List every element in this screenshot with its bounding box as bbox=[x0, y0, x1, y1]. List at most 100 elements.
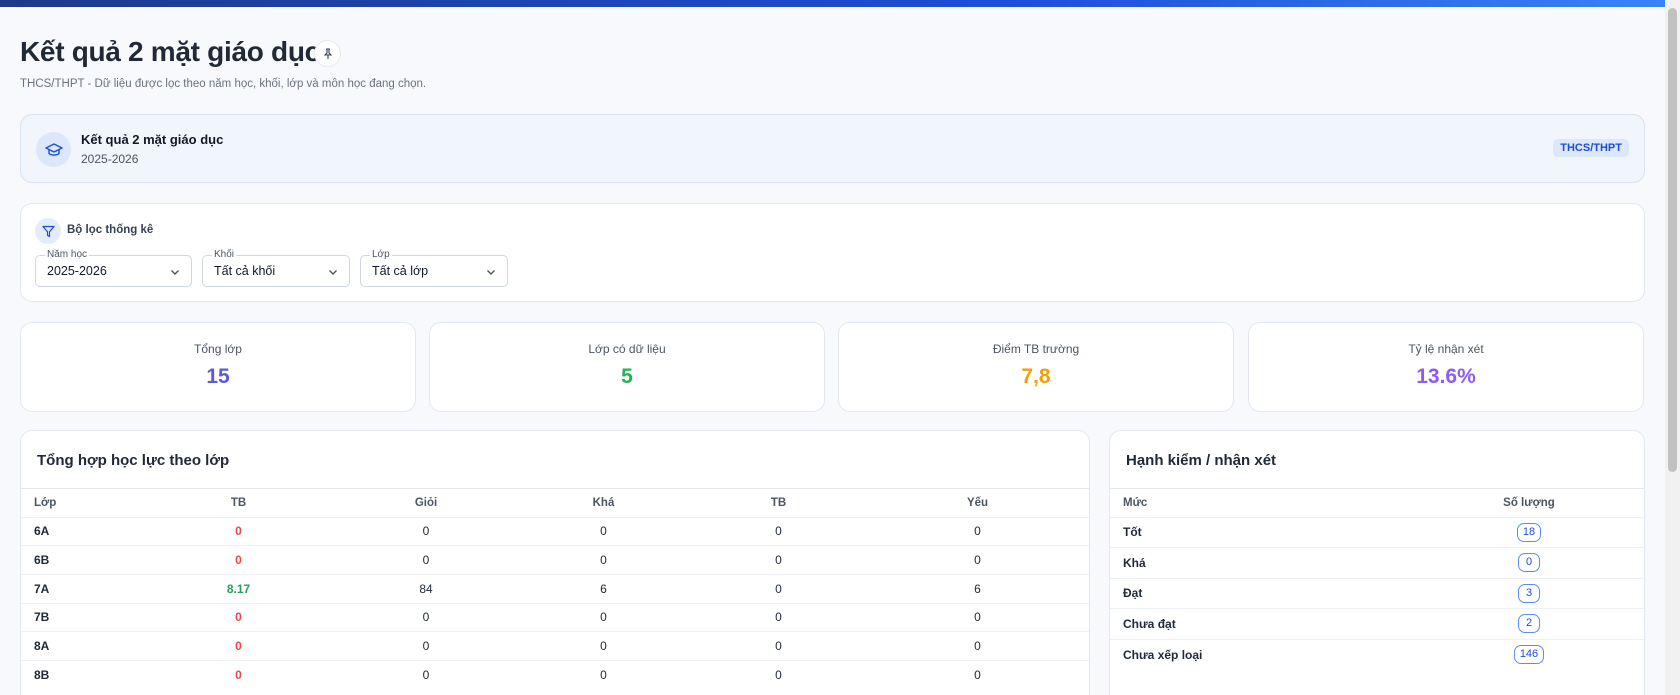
excellent-cell: 0 bbox=[336, 516, 516, 546]
count-cell: 18 bbox=[1414, 516, 1644, 548]
column-header: Số lượng bbox=[1503, 496, 1555, 509]
good-cell: 0 bbox=[516, 516, 691, 546]
filter-card: Bộ lọc thống kê Năm học 2025-2026 Khối T… bbox=[20, 203, 1645, 302]
column-header: Mức bbox=[1123, 496, 1148, 509]
class-cell: 8B bbox=[21, 659, 141, 690]
class-value: Tất cả lớp bbox=[372, 264, 429, 278]
stat-label: Lớp có dữ liệu bbox=[588, 342, 666, 356]
weak-cell: 0 bbox=[866, 545, 1089, 575]
table-row[interactable]: 8A 0 0 0 0 0 bbox=[21, 631, 1089, 661]
info-card-year: 2025-2026 bbox=[81, 152, 139, 166]
count-badge: 2 bbox=[1518, 614, 1540, 634]
pin-icon bbox=[323, 47, 332, 59]
conduct-level-cell: Chưa đạt bbox=[1110, 608, 1414, 639]
table-row[interactable]: Khá 0 bbox=[1110, 547, 1644, 578]
good-cell: 0 bbox=[516, 602, 691, 632]
conduct-summary-table: Mức Số lượng Tốt 18 Khá 0 Đạt 3 Chưa đạt… bbox=[1110, 489, 1644, 670]
chevron-down-icon bbox=[487, 270, 495, 275]
column-header: TB bbox=[770, 496, 787, 509]
good-cell: 0 bbox=[516, 631, 691, 661]
school-year-value: 2025-2026 bbox=[47, 264, 107, 278]
count-cell: 0 bbox=[1414, 547, 1644, 578]
table-row[interactable]: Tốt 18 bbox=[1110, 516, 1644, 548]
stat-label: Tổng lớp bbox=[194, 342, 242, 356]
grade-select[interactable]: Khối Tất cả khối bbox=[202, 249, 350, 287]
scrollbar-thumb[interactable] bbox=[1668, 8, 1677, 472]
good-cell: 0 bbox=[516, 659, 691, 690]
average-cell: 0 bbox=[141, 602, 336, 632]
fair-cell: 0 bbox=[691, 573, 866, 604]
chevron-down-icon bbox=[171, 270, 179, 275]
excellent-cell: 0 bbox=[336, 545, 516, 575]
column-header: Yếu bbox=[966, 496, 989, 509]
class-cell: 6A bbox=[21, 516, 141, 546]
class-cell: 7B bbox=[21, 602, 141, 632]
stat-value: 13.6% bbox=[1416, 365, 1476, 388]
school-year-label: Năm học bbox=[45, 249, 90, 260]
stat-card-classes-with-data: Lớp có dữ liệu 5 bbox=[429, 322, 825, 412]
conduct-level-cell: Đạt bbox=[1110, 577, 1414, 609]
academic-summary-card: Tổng hợp học lực theo lớp Lớp TB Giỏi Kh… bbox=[20, 430, 1090, 695]
fair-cell: 0 bbox=[691, 659, 866, 690]
conduct-level-cell: Chưa xếp loại bbox=[1110, 638, 1414, 670]
average-cell: 8.17 bbox=[141, 573, 336, 604]
level-badge: THCS/THPT bbox=[1553, 139, 1629, 157]
stat-card-school-average: Điểm TB trường 7,8 bbox=[838, 322, 1234, 412]
weak-cell: 0 bbox=[866, 659, 1089, 690]
conduct-summary-card: Hạnh kiểm / nhận xét Mức Số lượng Tốt 18… bbox=[1109, 430, 1645, 695]
table-header-row: Mức Số lượng bbox=[1110, 489, 1644, 517]
filter-title: Bộ lọc thống kê bbox=[67, 224, 154, 236]
fair-cell: 0 bbox=[691, 602, 866, 632]
good-cell: 6 bbox=[516, 573, 691, 604]
column-header: Lớp bbox=[34, 496, 57, 509]
excellent-cell: 0 bbox=[336, 602, 516, 632]
table-row[interactable]: 6B 0 0 0 0 0 bbox=[21, 545, 1089, 575]
stat-value: 15 bbox=[206, 365, 230, 388]
table-header-row: Lớp TB Giỏi Khá TB Yếu bbox=[21, 489, 1089, 517]
table-row[interactable]: Chưa đạt 2 bbox=[1110, 608, 1644, 639]
weak-cell: 0 bbox=[866, 602, 1089, 632]
stat-value: 7,8 bbox=[1021, 365, 1051, 388]
table-row[interactable]: 7A 8.17 84 6 0 6 bbox=[21, 573, 1089, 604]
table-row[interactable]: Đạt 3 bbox=[1110, 577, 1644, 609]
table-row[interactable]: 6A 0 0 0 0 0 bbox=[21, 516, 1089, 546]
stat-card-total-classes: Tổng lớp 15 bbox=[20, 322, 416, 412]
filter-icon bbox=[35, 218, 61, 244]
pin-button[interactable] bbox=[314, 40, 341, 67]
stat-value: 5 bbox=[621, 365, 633, 388]
count-cell: 146 bbox=[1414, 638, 1644, 670]
count-badge: 146 bbox=[1513, 645, 1545, 664]
academic-summary-table: Lớp TB Giỏi Khá TB Yếu 6A 0 0 0 0 0 6B 0… bbox=[21, 489, 1089, 690]
stat-card-comment-rate: Tỷ lệ nhận xét 13.6% bbox=[1248, 322, 1644, 412]
table-row[interactable]: 7B 0 0 0 0 0 bbox=[21, 602, 1089, 632]
weak-cell: 0 bbox=[866, 631, 1089, 661]
class-select[interactable]: Lớp Tất cả lớp bbox=[360, 249, 508, 287]
column-header: Giỏi bbox=[414, 496, 438, 509]
excellent-cell: 84 bbox=[336, 573, 516, 604]
count-badge: 18 bbox=[1516, 522, 1542, 542]
info-card-title: Kết quả 2 mặt giáo dục bbox=[81, 132, 224, 147]
class-cell: 7A bbox=[21, 573, 141, 604]
table-row[interactable]: 8B 0 0 0 0 0 bbox=[21, 659, 1089, 690]
stat-label: Điểm TB trường bbox=[992, 342, 1080, 356]
grade-label: Khối bbox=[212, 249, 237, 260]
page-scrollbar[interactable] bbox=[1665, 0, 1680, 695]
chevron-down-icon bbox=[329, 270, 337, 275]
excellent-cell: 0 bbox=[336, 631, 516, 661]
good-cell: 0 bbox=[516, 545, 691, 575]
stat-label: Tỷ lệ nhận xét bbox=[1408, 342, 1484, 356]
top-accent-bar bbox=[0, 0, 1665, 7]
average-cell: 0 bbox=[141, 631, 336, 661]
average-cell: 0 bbox=[141, 659, 336, 690]
school-year-select[interactable]: Năm học 2025-2026 bbox=[35, 249, 192, 287]
academic-summary-title: Tổng hợp học lực theo lớp bbox=[37, 452, 230, 469]
fair-cell: 0 bbox=[691, 631, 866, 661]
graduation-cap-icon bbox=[36, 132, 71, 167]
excellent-cell: 0 bbox=[336, 659, 516, 690]
class-label: Lớp bbox=[370, 249, 392, 260]
fair-cell: 0 bbox=[691, 545, 866, 575]
table-row[interactable]: Chưa xếp loại 146 bbox=[1110, 638, 1644, 670]
weak-cell: 0 bbox=[866, 516, 1089, 546]
page-title: Kết quả 2 mặt giáo dục bbox=[20, 36, 320, 67]
weak-cell: 6 bbox=[866, 573, 1089, 604]
